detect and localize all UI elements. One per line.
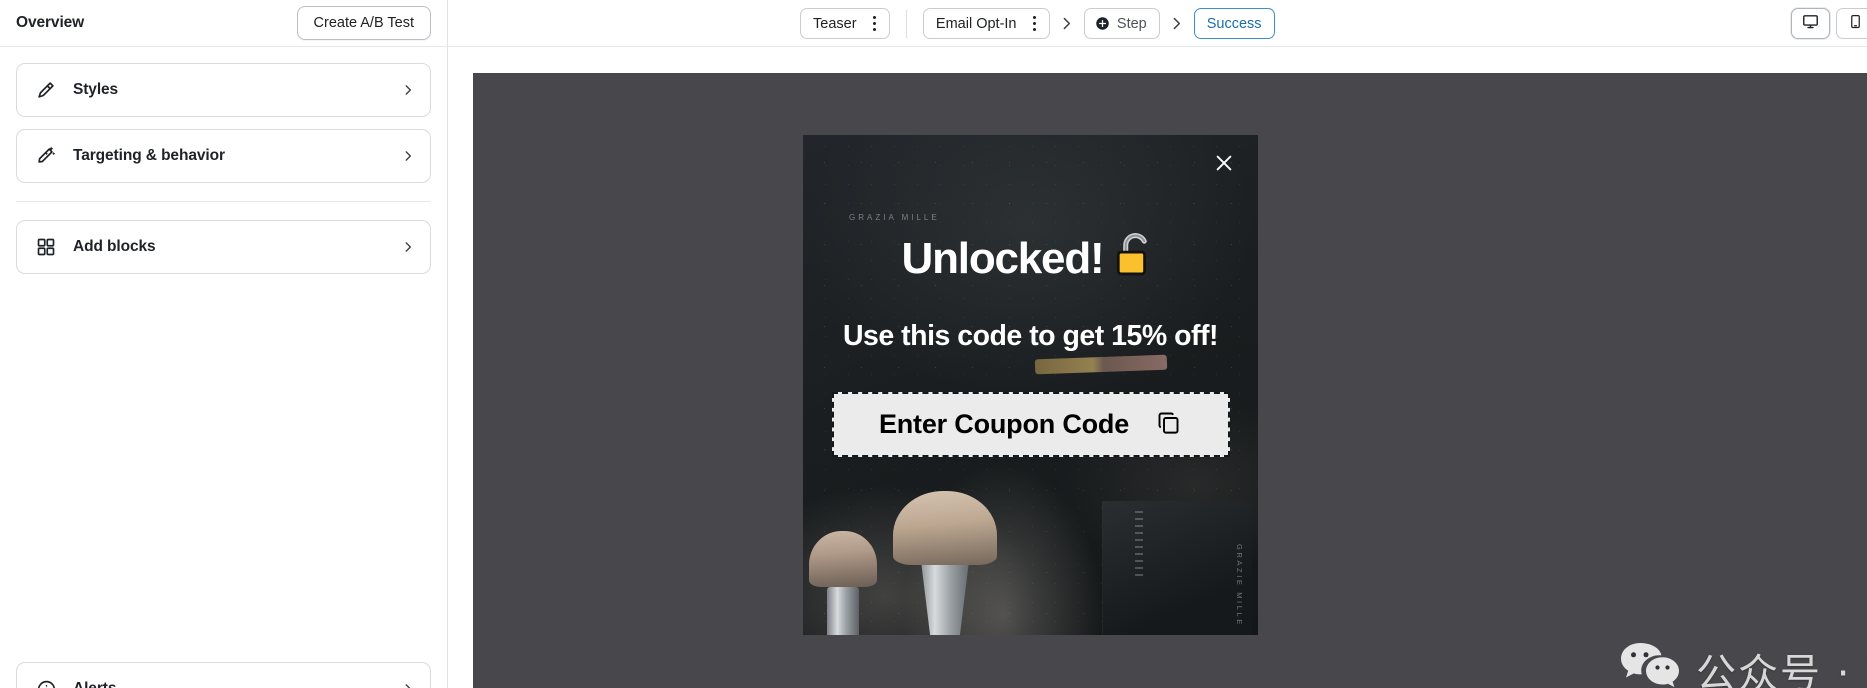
desktop-view-button[interactable] <box>1791 8 1830 39</box>
pill-add-step[interactable]: Step <box>1083 8 1160 39</box>
desktop-icon <box>1802 13 1819 35</box>
sidebar-header: Overview Create A/B Test <box>0 0 447 47</box>
alerts-section: Alerts <box>16 662 431 688</box>
chevron-right-icon <box>1160 15 1194 32</box>
chevron-right-icon <box>400 239 416 255</box>
modal-heading: Unlocked! <box>901 234 1105 283</box>
editor-main: Teaser Email Opt-In Step Success GRAZIA … <box>448 0 1867 688</box>
page-title: Overview <box>16 14 85 31</box>
pill-teaser[interactable]: Teaser <box>800 8 890 39</box>
chevron-right-icon <box>400 681 416 688</box>
pill-email-opt-in[interactable]: Email Opt-In <box>922 8 1050 39</box>
unlock-emoji-icon <box>1113 231 1159 287</box>
background-palette-object <box>1102 501 1252 635</box>
pill-label: Teaser <box>813 15 857 32</box>
sidebar-item-add-blocks[interactable]: Add blocks <box>16 220 431 274</box>
device-preview-toggle <box>1791 0 1867 47</box>
sidebar-divider <box>16 201 431 202</box>
background-brush-small <box>809 531 877 635</box>
grid-blocks-icon <box>33 234 59 260</box>
pill-success[interactable]: Success <box>1193 8 1275 39</box>
copy-icon[interactable] <box>1155 409 1182 441</box>
modal-heading-row: Unlocked! <box>821 231 1240 287</box>
magic-wand-icon <box>33 143 59 169</box>
chevron-right-icon <box>400 148 416 164</box>
background-brush-large <box>893 491 997 635</box>
pill-label: Success <box>1206 15 1262 32</box>
coupon-code-label: Enter Coupon Code <box>878 409 1130 440</box>
sidebar-item-alerts[interactable]: Alerts <box>16 662 431 688</box>
editor-top-bar: Teaser Email Opt-In Step Success <box>448 0 1867 47</box>
step-breadcrumb: Teaser Email Opt-In Step Success <box>800 0 1275 47</box>
left-sidebar: Overview Create A/B Test Styles Targetin… <box>0 0 448 688</box>
plus-circle-icon <box>1095 16 1110 31</box>
preview-canvas: GRAZIA MILLE GRAZIE MILLE Unlocked! Use … <box>448 47 1867 688</box>
mobile-view-button[interactable] <box>1836 8 1867 39</box>
sidebar-item-label: Styles <box>73 81 119 98</box>
modal-content: Unlocked! Use this code to get 15% off! … <box>803 231 1258 458</box>
sidebar-body: Styles Targeting & behavior Add blocks <box>0 47 447 688</box>
canvas-backdrop: GRAZIA MILLE GRAZIE MILLE Unlocked! Use … <box>473 73 1867 688</box>
mobile-icon <box>1848 14 1863 34</box>
sidebar-item-label: Alerts <box>73 680 400 688</box>
create-ab-test-button[interactable]: Create A/B Test <box>296 5 431 41</box>
sidebar-item-label: Targeting & behavior <box>73 147 225 164</box>
brand-text-vertical: GRAZIE MILLE <box>1235 544 1244 627</box>
pill-label: Step <box>1116 15 1147 32</box>
pencil-icon <box>33 77 59 103</box>
chevron-right-icon <box>1050 15 1084 32</box>
brand-text-horizontal: GRAZIA MILLE <box>849 213 940 222</box>
sidebar-item-styles[interactable]: Styles <box>16 63 431 117</box>
preview-stage: GRAZIA MILLE GRAZIE MILLE Unlocked! Use … <box>473 73 1867 688</box>
modal-subheading: Use this code to get 15% off! <box>842 320 1219 352</box>
editor-root: Overview Create A/B Test Styles Targetin… <box>0 0 1867 688</box>
sidebar-item-targeting-behavior[interactable]: Targeting & behavior <box>16 129 431 183</box>
info-circle-icon <box>33 676 59 688</box>
pill-label: Email Opt-In <box>935 15 1017 32</box>
chevron-right-icon <box>400 82 416 98</box>
popup-modal: GRAZIA MILLE GRAZIE MILLE Unlocked! Use … <box>803 135 1258 635</box>
email-opt-in-kebab-menu-icon[interactable] <box>1029 14 1040 33</box>
coupon-code-button[interactable]: Enter Coupon Code <box>831 392 1230 458</box>
teaser-kebab-menu-icon[interactable] <box>869 14 880 33</box>
sidebar-item-label: Add blocks <box>73 238 156 255</box>
close-icon[interactable] <box>1210 149 1238 177</box>
breadcrumb-separator <box>905 9 907 38</box>
